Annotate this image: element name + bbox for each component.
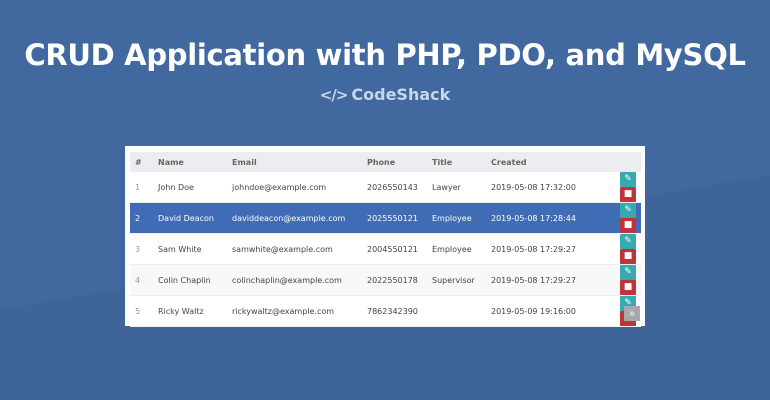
column-header-phone: Phone	[367, 152, 432, 172]
next-page-button[interactable]: »	[624, 306, 640, 321]
table-row[interactable]: 3 Sam White samwhite@example.com 2004550…	[130, 233, 641, 265]
edit-button[interactable]: ✎	[620, 234, 636, 249]
page-title: CRUD Application with PHP, PDO, and MySQ…	[24, 38, 746, 72]
cell-title: Supervisor	[432, 264, 491, 296]
column-header-created: Created	[491, 152, 603, 172]
double-chevron-right-icon: »	[629, 308, 635, 319]
delete-button[interactable]: ■	[620, 218, 636, 233]
cell-name: John Doe	[158, 172, 232, 203]
cell-email: rickywaltz@example.com	[232, 295, 367, 327]
cell-id: 4	[130, 264, 158, 296]
pencil-icon: ✎	[624, 267, 632, 277]
cell-email: johndoe@example.com	[232, 172, 367, 203]
cell-phone: 2004550121	[367, 233, 432, 265]
cell-created: 2019-05-08 17:29:27	[491, 264, 603, 296]
cell-email: daviddeacon@example.com	[232, 202, 367, 234]
cell-actions: ✎■	[603, 233, 641, 265]
cell-email: samwhite@example.com	[232, 233, 367, 265]
cell-name: Sam White	[158, 233, 232, 265]
table-header-row: # Name Email Phone Title Created	[130, 152, 641, 172]
trash-icon: ■	[623, 220, 633, 230]
trash-icon: ■	[623, 251, 633, 261]
delete-button[interactable]: ■	[620, 187, 636, 202]
cell-name: David Deacon	[158, 202, 232, 234]
cell-id: 2	[130, 202, 158, 234]
column-header-actions	[603, 152, 641, 172]
cell-phone: 2026550143	[367, 172, 432, 203]
brand-name: CodeShack	[351, 85, 451, 104]
pencil-icon: ✎	[624, 205, 632, 215]
contacts-table: # Name Email Phone Title Created 1 John …	[130, 152, 641, 327]
cell-id: 3	[130, 233, 158, 265]
column-header-name: Name	[158, 152, 232, 172]
column-header-id: #	[130, 152, 158, 172]
pencil-icon: ✎	[624, 174, 632, 184]
cell-created: 2019-05-09 19:16:00	[491, 295, 603, 327]
cell-id: 5	[130, 295, 158, 327]
cell-actions: ✎■	[603, 202, 641, 234]
crud-table-panel: # Name Email Phone Title Created 1 John …	[125, 146, 645, 327]
cell-actions: ✎■	[603, 264, 641, 296]
cell-id: 1	[130, 172, 158, 203]
edit-button[interactable]: ✎	[620, 203, 636, 218]
cell-created: 2019-05-08 17:28:44	[491, 202, 603, 234]
column-header-title: Title	[432, 152, 491, 172]
cell-phone: 2025550121	[367, 202, 432, 234]
column-header-email: Email	[232, 152, 367, 172]
cell-phone: 2022550178	[367, 264, 432, 296]
cell-title: Employee	[432, 233, 491, 265]
brand-logo: </> CodeShack	[0, 85, 770, 104]
cell-name: Colin Chaplin	[158, 264, 232, 296]
cell-email: colinchaplin@example.com	[232, 264, 367, 296]
cell-created: 2019-05-08 17:29:27	[491, 233, 603, 265]
cell-title: Employee	[432, 202, 491, 234]
delete-button[interactable]: ■	[620, 249, 636, 264]
pencil-icon: ✎	[624, 236, 632, 246]
edit-button[interactable]: ✎	[620, 172, 636, 187]
table-row[interactable]: 1 John Doe johndoe@example.com 202655014…	[130, 172, 641, 203]
cell-title	[432, 295, 491, 327]
cell-created: 2019-05-08 17:32:00	[491, 172, 603, 203]
code-icon: </>	[319, 86, 349, 104]
table-row[interactable]: 4 Colin Chaplin colinchaplin@example.com…	[130, 264, 641, 296]
edit-button[interactable]: ✎	[620, 265, 636, 280]
cell-title: Lawyer	[432, 172, 491, 203]
table-row[interactable]: 2 David Deacon daviddeacon@example.com 2…	[130, 202, 641, 234]
delete-button[interactable]: ■	[620, 280, 636, 295]
trash-icon: ■	[623, 189, 633, 199]
table-row[interactable]: 5 Ricky Waltz rickywaltz@example.com 786…	[130, 295, 641, 327]
cell-phone: 7862342390	[367, 295, 432, 327]
cell-actions: ✎■	[603, 172, 641, 203]
trash-icon: ■	[623, 282, 633, 292]
cell-name: Ricky Waltz	[158, 295, 232, 327]
